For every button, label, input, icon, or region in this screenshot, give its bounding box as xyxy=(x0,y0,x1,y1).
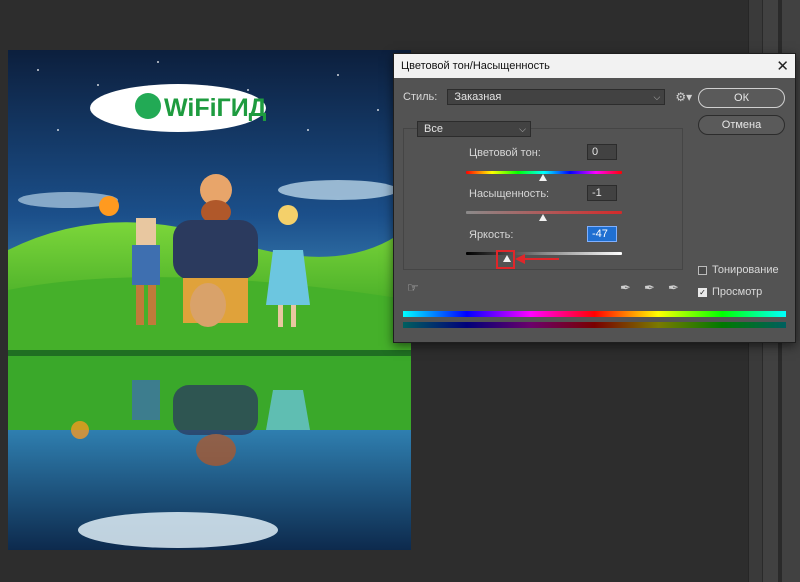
style-select-value: Заказная xyxy=(454,91,502,103)
dialog-title: Цветовой тон/Насыщенность xyxy=(401,60,550,72)
eyedropper-minus-icon[interactable]: ✒ xyxy=(668,280,679,296)
channel-select-value: Все xyxy=(424,123,443,135)
chevron-down-icon: ⌵ xyxy=(519,123,526,134)
lightness-label: Яркость: xyxy=(469,229,514,241)
output-color-bar xyxy=(403,322,786,328)
colorize-label: Тонирование xyxy=(712,264,779,276)
preview-checkbox[interactable]: ✓ Просмотр xyxy=(698,286,762,298)
ok-button[interactable]: ОК xyxy=(698,88,785,108)
highlight-box xyxy=(496,250,515,269)
close-icon[interactable]: ✕ xyxy=(776,59,789,74)
logo: WiFiГИД xyxy=(90,84,267,132)
saturation-input[interactable]: -1 xyxy=(587,185,617,201)
hue-input[interactable]: 0 xyxy=(587,144,617,160)
colorize-checkbox-box[interactable] xyxy=(698,265,707,275)
hand-pointer-icon[interactable]: ☞ xyxy=(407,280,419,296)
style-select[interactable]: Заказная ⌵ xyxy=(447,89,666,105)
dialog-titlebar[interactable]: Цветовой тон/Насыщенность ✕ xyxy=(394,54,795,78)
arrow-annotation xyxy=(515,254,559,264)
style-row: Стиль: Заказная ⌵ ⚙▾ xyxy=(403,89,692,105)
style-label: Стиль: xyxy=(403,91,438,103)
eyedropper-icon[interactable]: ✒ xyxy=(620,280,631,296)
lightness-input[interactable]: -47 xyxy=(587,226,617,242)
chevron-down-icon: ⌵ xyxy=(653,91,661,102)
colorize-checkbox[interactable]: Тонирование xyxy=(698,264,779,276)
svg-text:WiFiГИД: WiFiГИД xyxy=(164,94,267,122)
hue-label: Цветовой тон: xyxy=(469,147,541,159)
saturation-label: Насыщенность: xyxy=(469,188,550,200)
document-canvas: WiFiГИД xyxy=(8,50,411,550)
hue-slider-thumb[interactable] xyxy=(539,174,547,181)
hue-saturation-dialog: Цветовой тон/Насыщенность ✕ Стиль: Заказ… xyxy=(393,53,796,343)
input-color-bar xyxy=(403,311,786,317)
preview-checkbox-box[interactable]: ✓ xyxy=(698,287,707,297)
channel-select[interactable]: Все ⌵ xyxy=(417,121,531,137)
saturation-slider-thumb[interactable] xyxy=(539,214,547,221)
preview-label: Просмотр xyxy=(712,286,763,298)
gear-icon[interactable]: ⚙▾ xyxy=(675,90,692,104)
cancel-button[interactable]: Отмена xyxy=(698,115,785,135)
eyedropper-plus-icon[interactable]: ✒ xyxy=(644,280,655,296)
